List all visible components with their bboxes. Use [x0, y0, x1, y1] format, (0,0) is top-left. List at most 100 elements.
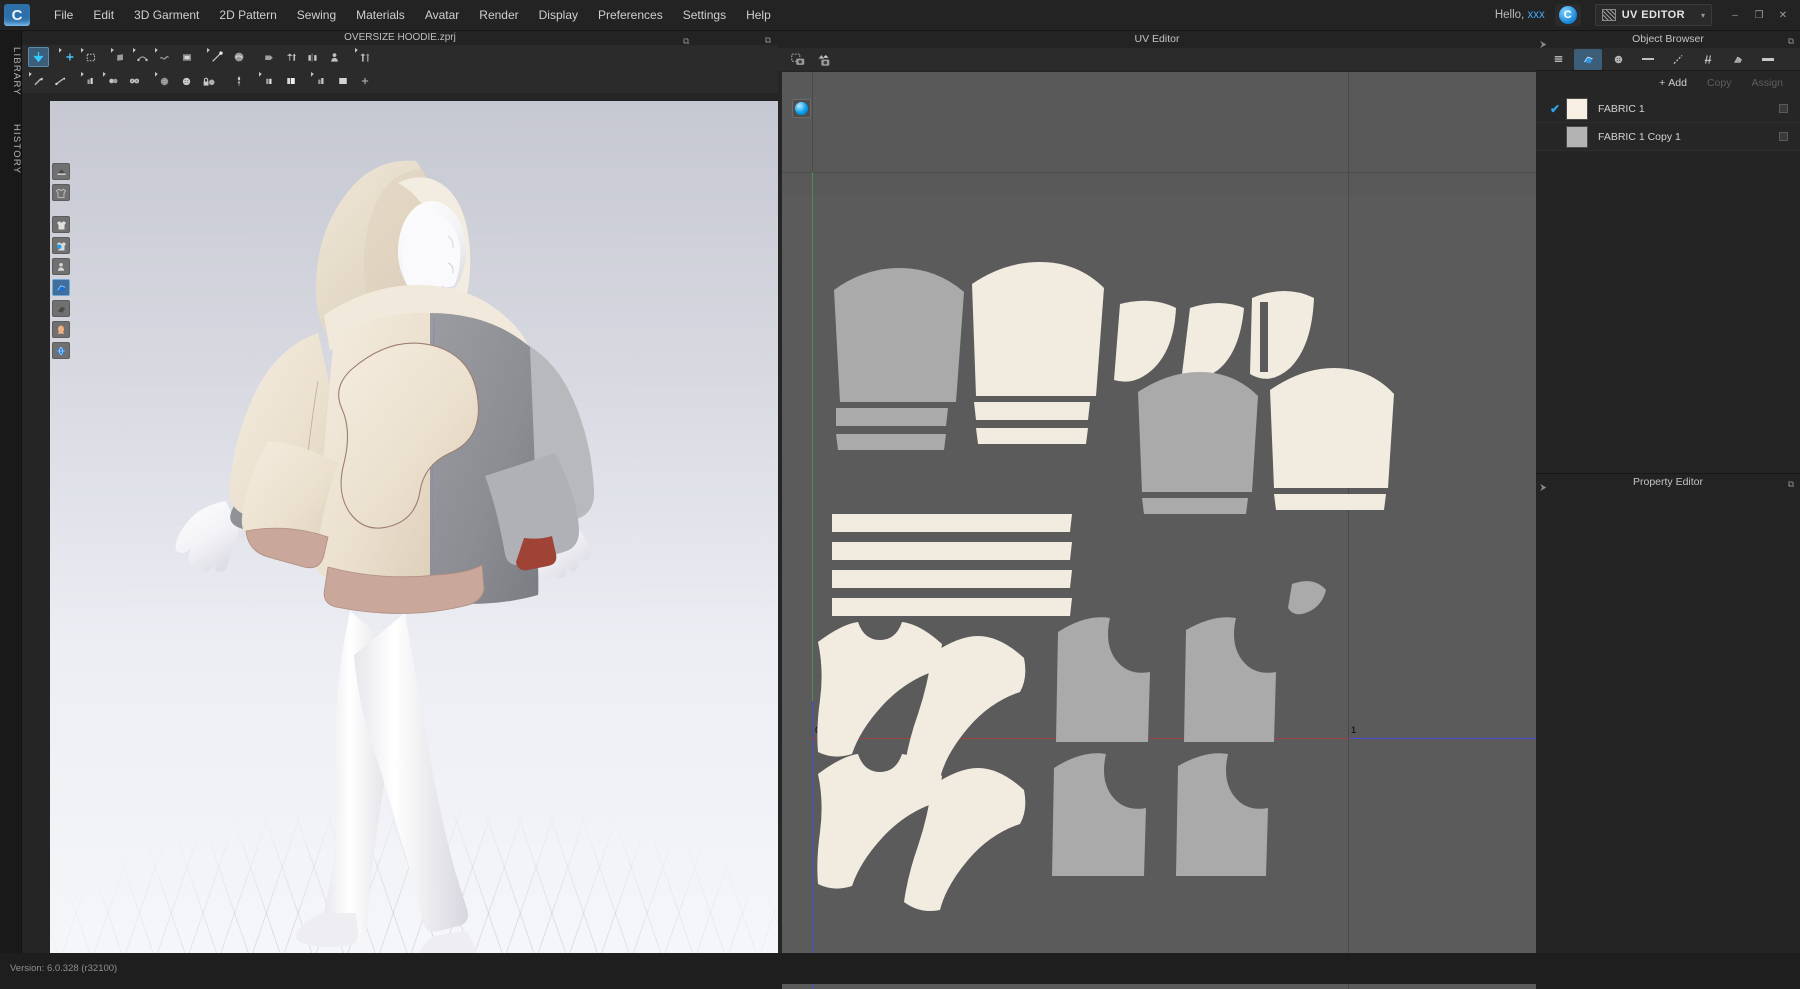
ob-tab-trim[interactable] — [1724, 49, 1752, 70]
status-bar: Version: 6.0.328 (r32100) — [0, 953, 1800, 984]
add-prefix-icon: + — [1659, 77, 1666, 89]
object-browser-pin-icon[interactable]: ⮞ — [1540, 36, 1547, 53]
sidebar-tab-history[interactable]: HISTORY — [0, 115, 22, 183]
graded-pattern-tool[interactable] — [80, 71, 101, 91]
fabric-name: FABRIC 1 — [1598, 102, 1645, 115]
uv-expand-icon[interactable]: ⧉ — [683, 33, 689, 50]
ob-tab-zipper[interactable] — [1694, 49, 1722, 70]
lock-button-tool[interactable] — [198, 71, 219, 91]
environment-globe-icon[interactable] — [52, 342, 70, 359]
button-round-tool[interactable] — [176, 71, 197, 91]
button-tool[interactable] — [102, 71, 123, 91]
mode-selector[interactable]: UV EDITOR ▾ — [1594, 4, 1712, 26]
pin-tool[interactable] — [132, 47, 153, 67]
cloud-icon[interactable]: C — [1554, 4, 1581, 26]
symmetric-pattern-tool[interactable] — [280, 47, 301, 67]
close-button[interactable]: ✕ — [1772, 6, 1794, 24]
menubar-right: Hello, xxx C UV EDITOR ▾ – ❐ ✕ — [1495, 4, 1800, 26]
menu-item-render[interactable]: Render — [469, 3, 528, 27]
menu-bar: C File Edit 3D Garment 2D Pattern Sewing… — [0, 0, 1800, 31]
garment-tshirt-icon[interactable] — [52, 184, 70, 201]
select-mesh-tool[interactable] — [28, 47, 49, 67]
garment-fit-tool[interactable] — [354, 47, 375, 67]
garment-layers-icon[interactable] — [52, 216, 70, 233]
fabric-drape-icon[interactable] — [52, 300, 70, 317]
chevron-down-icon[interactable]: ▾ — [1701, 11, 1705, 20]
fabric-checkmark-icon[interactable]: ✔ — [1550, 102, 1566, 116]
uv-editor-panel: ⧉ UV Editor 0 1 — [683, 31, 1536, 989]
transform-pattern-tool[interactable] — [58, 47, 79, 67]
mode-label: UV EDITOR — [1621, 9, 1685, 21]
flip-tool[interactable] — [258, 47, 279, 67]
topstitch-tool[interactable] — [228, 71, 249, 91]
zipper-tool[interactable] — [28, 71, 49, 91]
maximize-button[interactable]: ❐ — [1748, 6, 1770, 24]
ob-tab-button[interactable] — [1604, 49, 1632, 70]
fold-tool[interactable] — [258, 71, 279, 91]
trim-tool[interactable] — [50, 71, 71, 91]
free-sewing-tool[interactable] — [228, 47, 249, 67]
garment-color-icon[interactable] — [52, 237, 70, 254]
menu-item-preferences[interactable]: Preferences — [588, 3, 673, 27]
uv-canvas[interactable]: 0 1 — [782, 72, 1536, 989]
add-button[interactable]: + Add — [1650, 74, 1696, 92]
fold-arrange-tool[interactable] — [110, 47, 131, 67]
menu-item-help[interactable]: Help — [736, 3, 781, 27]
fabric-panel-tool[interactable] — [280, 71, 301, 91]
bias-tool[interactable] — [310, 71, 331, 91]
minimize-button[interactable]: – — [1724, 6, 1746, 24]
page-title: OVERSIZE HOODIE.zprj — [344, 32, 456, 43]
expand-icon[interactable]: ⧉ — [765, 33, 771, 47]
show-pattern-tool[interactable] — [176, 47, 197, 67]
mirror-tool[interactable] — [302, 47, 323, 67]
fabric-texture-icon[interactable] — [52, 279, 70, 296]
segment-sewing-tool[interactable] — [206, 47, 227, 67]
ob-tab-topstitch[interactable] — [1664, 49, 1692, 70]
3d-viewport[interactable] — [50, 101, 800, 984]
add-more-tool[interactable] — [354, 71, 375, 91]
property-editor-pin-icon[interactable]: ⮞ — [1540, 479, 1547, 496]
select-box-tool[interactable] — [80, 47, 101, 67]
copy-button[interactable]: Copy — [1698, 74, 1741, 92]
menu-item-2d-pattern[interactable]: 2D Pattern — [209, 3, 286, 27]
uv-snapshot-icon[interactable] — [788, 50, 808, 69]
menu-item-file[interactable]: File — [44, 3, 83, 27]
ob-tab-fabric[interactable] — [1574, 48, 1602, 70]
skin-tone-icon[interactable] — [52, 321, 70, 338]
sidebar-tab-library[interactable]: LIBRARY — [0, 37, 22, 105]
table-row[interactable]: FABRIC 1 Copy 1 — [1536, 123, 1800, 151]
uv-editor-title-bar: ⧉ UV Editor — [683, 31, 1536, 48]
menu-item-3d-garment[interactable]: 3D Garment — [124, 3, 209, 27]
menu-item-settings[interactable]: Settings — [673, 3, 736, 27]
fabric-swatch[interactable] — [1566, 125, 1588, 148]
menu-item-sewing[interactable]: Sewing — [287, 3, 346, 27]
ob-tab-tape[interactable] — [1634, 49, 1662, 70]
fabric-thumbnail-icon[interactable] — [1779, 132, 1788, 141]
property-editor-title-bar: ⮞ Property Editor ⧉ — [1536, 474, 1800, 493]
button-head-tool[interactable] — [154, 71, 175, 91]
window-controls: – ❐ ✕ — [1724, 6, 1794, 24]
ob-tab-fold[interactable] — [1754, 49, 1782, 70]
table-row[interactable]: ✔ FABRIC 1 — [1536, 95, 1800, 123]
buttonhole-tool[interactable] — [124, 71, 145, 91]
avatar-tool[interactable] — [324, 47, 345, 67]
fabric-roll-icon[interactable] — [52, 163, 70, 180]
object-browser-expand-icon[interactable]: ⧉ — [1788, 33, 1794, 50]
menu-item-display[interactable]: Display — [529, 3, 588, 27]
menu-item-avatar[interactable]: Avatar — [415, 3, 469, 27]
greeting-prefix: Hello, — [1494, 9, 1528, 21]
uv-piece-group-hood-side — [1114, 291, 1314, 382]
menu-item-edit[interactable]: Edit — [83, 3, 124, 27]
menu-item-materials[interactable]: Materials — [346, 3, 415, 27]
avatar-pin-icon[interactable] — [52, 258, 70, 275]
uv-capture-icon[interactable] — [814, 50, 834, 69]
assign-button[interactable]: Assign — [1742, 74, 1792, 92]
fabric-block-tool[interactable] — [332, 71, 353, 91]
fabric-thumbnail-icon[interactable] — [1779, 104, 1788, 113]
property-editor-expand-icon[interactable]: ⧉ — [1788, 476, 1794, 493]
uv-editor-icon — [1601, 9, 1616, 21]
tack-tool[interactable] — [154, 47, 175, 67]
app-logo-icon[interactable]: C — [4, 4, 30, 26]
fabric-swatch[interactable] — [1566, 97, 1588, 120]
ob-tab-list[interactable] — [1544, 49, 1572, 70]
